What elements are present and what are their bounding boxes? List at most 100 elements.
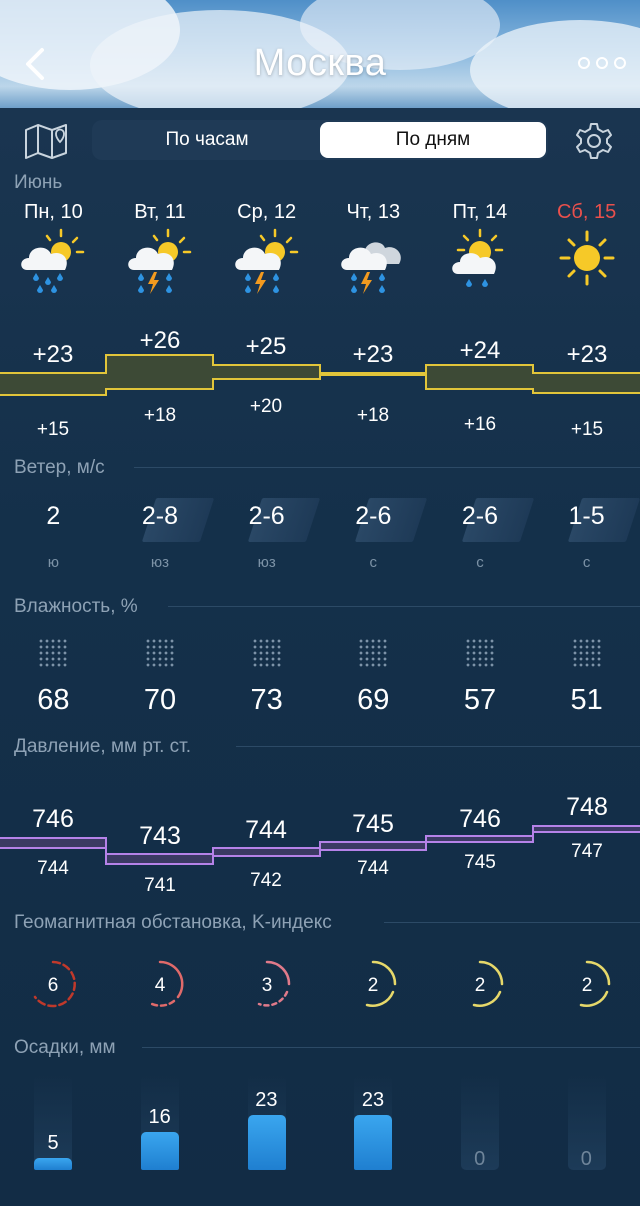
humidity-dots-icon [251,638,282,668]
section-title-precipitation: Осадки, мм [14,1037,116,1058]
humidity-dots-icon [358,638,389,668]
temp-low: +18 [143,405,177,426]
precip-value: 23 [255,1088,278,1111]
section-title-geomagnetic: Геомагнитная обстановка, K-индекс [14,912,332,933]
section-title-pressure: Давление, мм рт. ст. [14,736,192,757]
k-index-gauge-icon: 4 [150,960,184,1007]
humidity-value: 57 [463,684,497,716]
gear-icon [576,123,612,159]
day-label: Ср, 12 [237,201,297,223]
humidity-cell: 68 [0,638,107,717]
k-index-value: 2 [581,975,592,996]
day-label: Чт, 13 [346,201,401,223]
humidity-cell: 57 [427,638,534,717]
wind-speed: 2 [46,502,61,530]
precip-bar-track [34,1075,73,1170]
humidity-cell: 70 [107,638,214,717]
tab-daily[interactable]: По дням [320,122,546,158]
temp-high: +23 [352,341,394,368]
wind-direction: ю [47,554,59,571]
humidity-dots-icon [38,638,69,668]
humidity-row: 68 70 73 69 57 51 [0,638,640,717]
humidity-value: 70 [143,684,177,716]
precip-value: 0 [580,1148,592,1170]
divider [168,606,640,607]
map-button[interactable] [22,120,70,160]
geomagnetic-row: 6 4 3 2 2 2 [0,958,640,1010]
k-index-value: 4 [155,975,166,996]
precipitation-chart: 5 16 23 23 0 0 [0,1068,640,1178]
k-index-cell: 2 [427,958,534,1010]
pressure-high: 744 [245,816,287,844]
partly-cloudy-rain-icon [21,228,85,293]
humidity-value: 73 [250,684,283,716]
pressure-low: 742 [250,870,282,891]
k-index-cell: 2 [533,958,640,1010]
divider [142,1047,640,1048]
k-index-cell: 2 [320,958,427,1010]
wind-speed: 2-8 [141,502,179,530]
humidity-value: 69 [357,684,390,716]
humidity-dots-icon [464,638,495,668]
header: Москва [0,0,640,108]
divider [384,922,640,923]
k-index-gauge-icon: 2 [579,960,610,1007]
day-column: Пт, 14 [427,200,534,300]
forecast-panel: По часам По дням Июнь Пн, 10 Вт, 11 Ср, … [0,108,640,1206]
pressure-low: 744 [37,858,69,879]
pressure-high: 746 [32,805,74,833]
partly-cloudy-thunder-icon [128,228,192,294]
pressure-low: 741 [144,875,176,896]
wind-speed: 1-5 [568,502,605,530]
pressure-high: 743 [139,822,181,850]
map-icon [25,124,67,159]
temp-low: +18 [356,405,390,426]
more-icon [596,57,608,69]
k-index-gauge-icon: 2 [472,960,504,1007]
wind-direction: юз [150,554,170,571]
humidity-dots-icon [144,638,175,668]
temp-low: +15 [36,419,70,440]
precip-bar [34,1158,73,1170]
humidity-cell: 69 [320,638,427,717]
wind-direction: с [476,554,484,571]
precip-value: 0 [474,1148,486,1170]
section-title-humidity: Влажность, % [14,596,138,617]
tab-hourly[interactable]: По часам [94,122,320,158]
k-index-value: 2 [475,975,486,996]
more-button[interactable] [578,54,626,72]
day-label: Пт, 14 [452,201,508,223]
k-index-gauge-icon: 6 [34,960,77,1008]
k-index-cell: 4 [107,958,214,1010]
cloudy-thunder-icon [341,242,402,294]
temp-high: +26 [139,327,181,354]
toolbar: По часам По дням [0,108,640,172]
k-index-gauge-icon: 3 [257,960,290,1007]
temp-high: +24 [459,337,501,364]
settings-button[interactable] [572,120,616,162]
wind-row: 2ю 2-8 юз 2-6 юз 2-6 с 2-6 с 1-5 с [0,498,640,571]
partly-cloudy-thunder-icon [234,228,298,294]
partly-cloudy-light-rain-icon [452,228,504,287]
month-label: Июнь [14,172,63,193]
humidity-cell: 51 [533,638,640,717]
section-title-wind: Ветер, м/с [14,457,105,478]
precip-bar [354,1114,393,1170]
k-index-value: 3 [261,975,272,996]
wind-speed: 2-6 [248,502,285,530]
wind-speed: 2-6 [355,502,392,530]
temp-low: +20 [249,396,283,417]
day-column: Сб, 15 [533,200,640,300]
temp-high: +23 [566,341,608,368]
wind-cell: 2-6 юз [213,498,321,571]
precip-value: 23 [361,1088,385,1111]
day-column: Пн, 10 [0,200,107,300]
day-label: Пн, 10 [23,201,83,223]
precip-value: 16 [148,1105,171,1128]
more-icon [614,57,626,69]
wind-cell: 2-6 с [427,498,534,571]
day-label: Вт, 11 [134,201,186,223]
k-index-cell: 6 [0,958,107,1010]
wind-direction: с [369,554,378,571]
humidity-value: 51 [570,684,603,716]
